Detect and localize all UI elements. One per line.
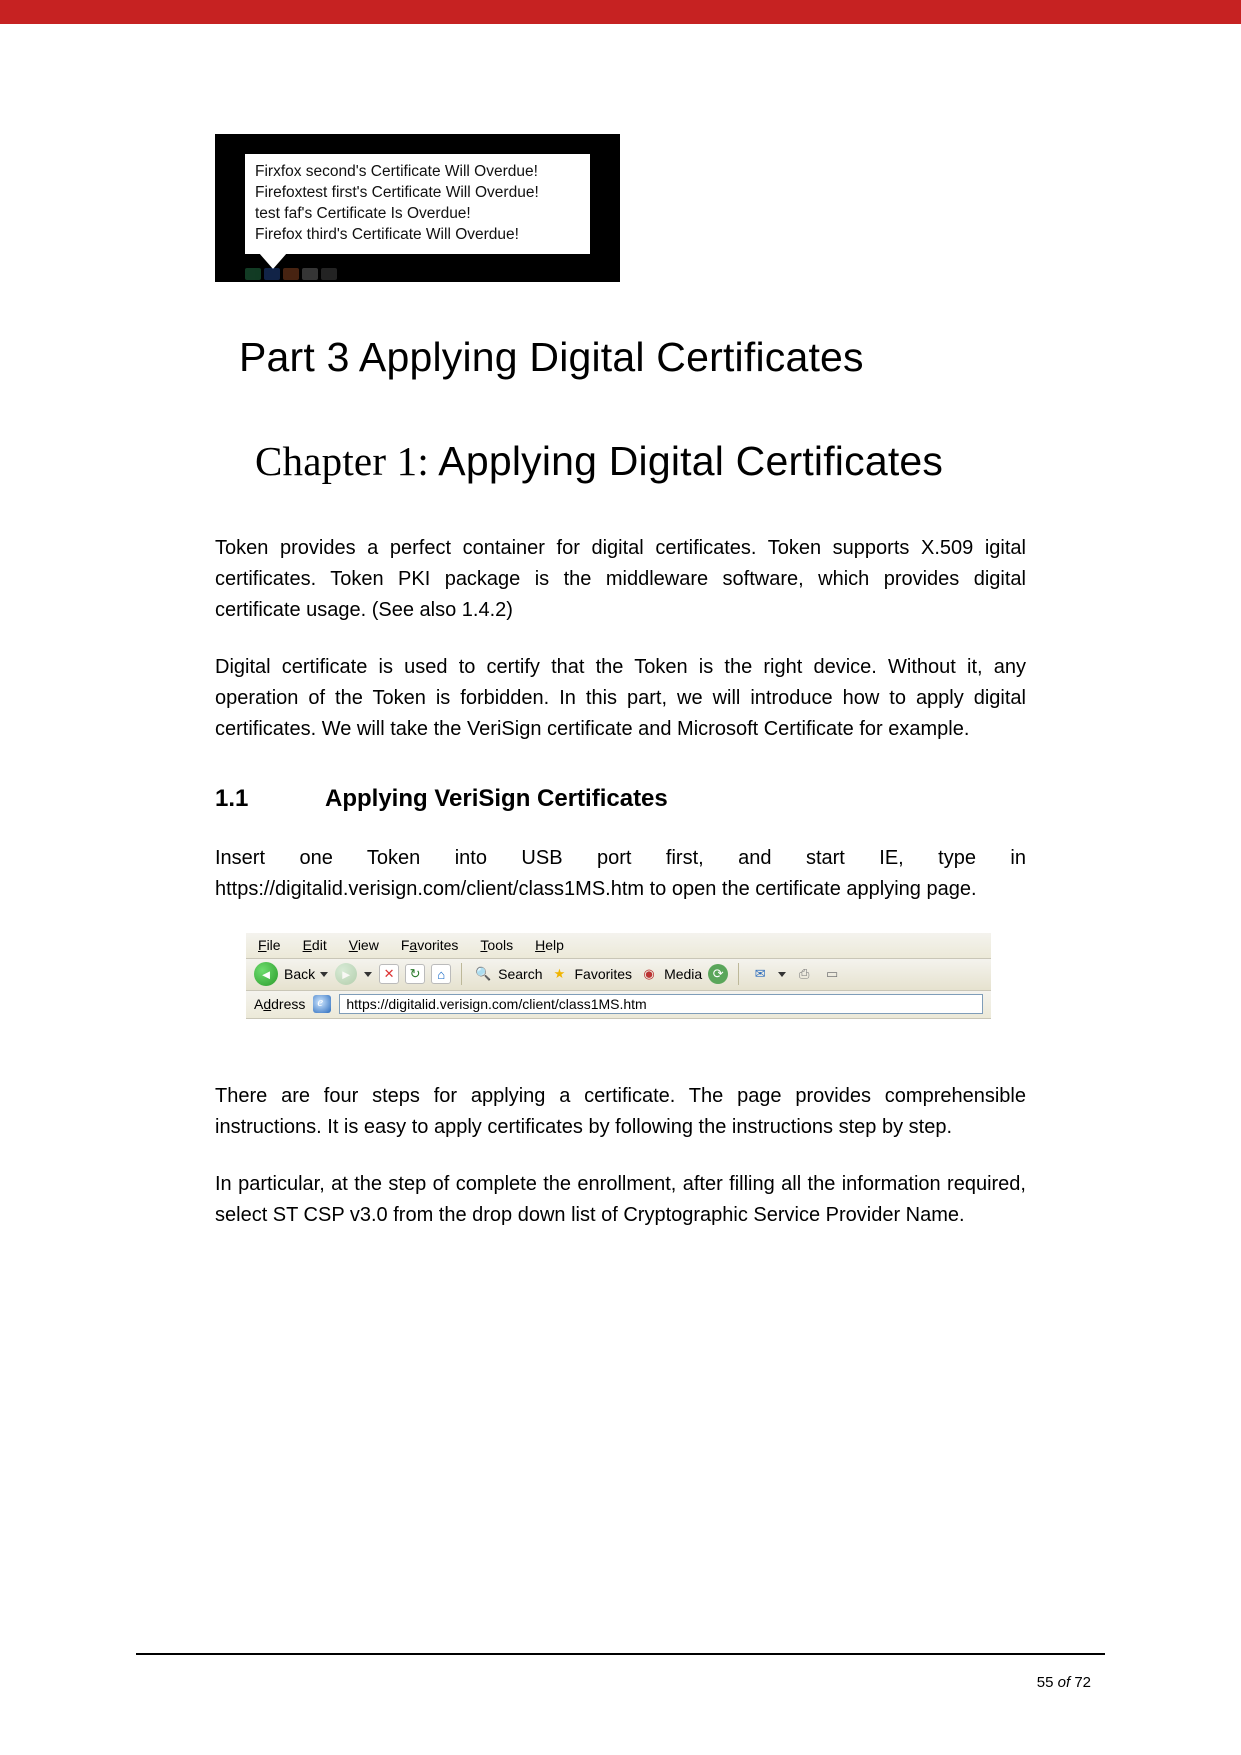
page-total: 72 [1074,1674,1091,1691]
section-title: Applying VeriSign Certificates [325,785,668,812]
notification-tail [215,254,620,282]
notification-popup-body: Firxfox second's Certificate Will Overdu… [245,154,590,254]
menu-help-hotkey: H [535,937,545,953]
page-number: 55 of 72 [1037,1674,1091,1691]
address-label-hotkey: d [263,996,271,1012]
dropdown-icon[interactable] [778,972,786,977]
footer-rule [136,1653,1105,1655]
ie-toolbar: ◄ Back ► ✕ ↻ ⌂ 🔍Search ★Favorites ◉Media… [246,959,991,991]
favorites-button[interactable]: ★Favorites [548,963,632,985]
back-button[interactable]: Back [284,966,329,982]
tray-icon [245,268,261,280]
menu-tools-rest: ools [487,937,513,953]
menu-help-rest: elp [545,937,564,953]
notification-line: test faf's Certificate Is Overdue! [255,204,580,225]
notification-line: Firxfox second's Certificate Will Overdu… [255,162,580,183]
chapter-title: Chapter 1: Applying Digital Certificates [255,437,1026,485]
media-label: Media [664,966,702,982]
toolbar-separator [461,963,462,985]
page-current: 55 [1037,1674,1054,1691]
address-label: Address [254,996,305,1012]
ie-browser-figure: File Edit View Favorites Tools Help ◄ Ba… [245,933,991,1033]
menu-file-hotkey: F [258,937,267,953]
page-content: Firxfox second's Certificate Will Overdu… [0,24,1241,1231]
favorites-label: Favorites [574,966,632,982]
forward-icon[interactable]: ► [335,963,357,985]
menu-edit-hotkey: E [303,937,312,953]
menu-file-rest: ile [267,937,281,953]
document-page: Firxfox second's Certificate Will Overdu… [0,0,1241,1755]
toolbar-separator [738,963,739,985]
menu-favorites[interactable]: Favorites [401,937,459,953]
body-paragraph: Insert one Token into USB port first, an… [215,843,1026,905]
tray-icon [264,268,280,280]
search-label: Search [498,966,542,982]
body-paragraph: Digital certificate is used to certify t… [215,652,1026,745]
body-paragraph: There are four steps for applying a cert… [215,1081,1026,1143]
search-button[interactable]: 🔍Search [472,963,542,985]
body-paragraph: In particular, at the step of complete t… [215,1169,1026,1231]
tray-icon [321,268,337,280]
ie-page-icon [313,995,331,1013]
back-icon[interactable]: ◄ [254,962,278,986]
back-label: Back [284,966,315,982]
section-heading: 1.1Applying VeriSign Certificates [215,785,1026,813]
system-tray-icons [245,268,337,280]
favorites-icon: ★ [548,963,570,985]
dropdown-icon[interactable] [320,972,328,977]
menu-view[interactable]: View [349,937,379,953]
notification-line: Firefoxtest first's Certificate Will Ove… [255,183,580,204]
media-icon: ◉ [638,963,660,985]
notification-popup-figure: Firxfox second's Certificate Will Overdu… [215,134,620,282]
home-icon[interactable]: ⌂ [431,964,451,984]
menu-tools[interactable]: Tools [480,937,513,953]
menu-help[interactable]: Help [535,937,564,953]
menu-view-rest: iew [358,937,379,953]
body-paragraph: Token provides a perfect container for d… [215,533,1026,626]
menu-view-hotkey: V [349,937,358,953]
chapter-prefix: Chapter 1: [255,438,429,484]
menu-fav-rest: vorites [417,937,458,953]
refresh-icon[interactable]: ↻ [405,964,425,984]
page-of: of [1058,1674,1071,1691]
address-label-pre: A [254,996,263,1012]
ie-below-blank [246,1019,991,1033]
top-accent-bar [0,0,1241,24]
dropdown-icon[interactable] [364,972,372,977]
chapter-rest: Applying Digital Certificates [429,438,943,484]
part-title: Part 3 Applying Digital Certificates [239,334,1026,381]
tray-icon [302,268,318,280]
tray-icon [283,268,299,280]
edit-icon[interactable]: ▭ [821,963,843,985]
menu-file[interactable]: File [258,937,281,953]
history-icon[interactable]: ⟳ [708,964,728,984]
ie-menu-bar: File Edit View Favorites Tools Help [246,933,991,959]
stop-icon[interactable]: ✕ [379,964,399,984]
mail-icon[interactable]: ✉ [749,963,771,985]
ie-address-bar: Address https://digitalid.verisign.com/c… [246,991,991,1019]
address-label-post: dress [271,996,305,1012]
search-icon: 🔍 [472,963,494,985]
menu-edit[interactable]: Edit [303,937,327,953]
section-number: 1.1 [215,785,325,813]
address-input[interactable]: https://digitalid.verisign.com/client/cl… [339,994,983,1014]
notification-line: Firefox third's Certificate Will Overdue… [255,225,580,246]
menu-edit-rest: dit [312,937,327,953]
print-icon[interactable]: ⎙ [793,963,815,985]
media-button[interactable]: ◉Media [638,963,702,985]
